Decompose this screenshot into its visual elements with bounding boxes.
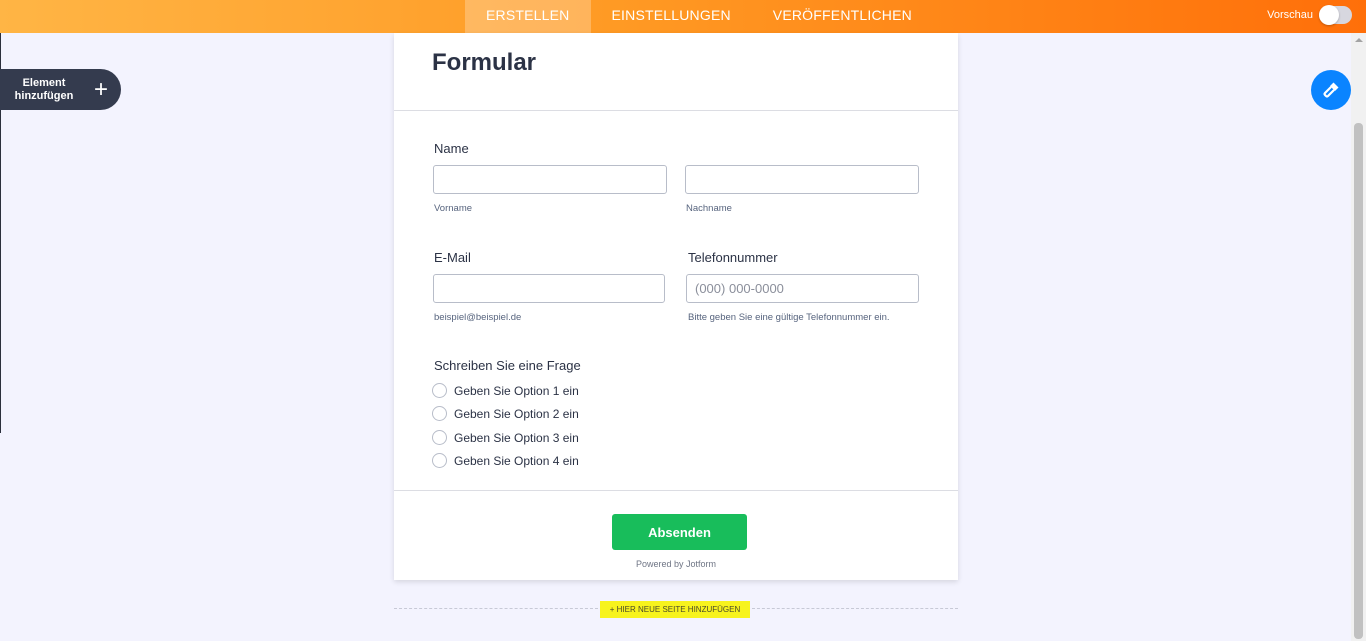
radio-option-label: Geben Sie Option 4 ein xyxy=(454,453,579,468)
scroll-thumb[interactable] xyxy=(1354,123,1363,639)
radio-option[interactable]: Geben Sie Option 3 ein xyxy=(432,430,579,445)
radio-button[interactable] xyxy=(432,406,447,421)
last-name-sublabel: Nachname xyxy=(686,203,732,214)
phone-input[interactable] xyxy=(686,274,919,303)
paint-roller-icon xyxy=(1323,82,1339,98)
radio-button[interactable] xyxy=(432,453,447,468)
preview-toggle[interactable] xyxy=(1319,5,1352,25)
phone-sublabel: Bitte geben Sie eine gültige Telefonnumm… xyxy=(688,312,890,323)
scroll-up-arrow-icon[interactable] xyxy=(1355,38,1363,42)
email-sublabel: beispiel@beispiel.de xyxy=(434,312,522,323)
email-input[interactable] xyxy=(433,274,665,303)
email-label[interactable]: E-Mail xyxy=(434,250,471,265)
radio-option[interactable]: Geben Sie Option 1 ein xyxy=(432,383,579,398)
radio-option-label: Geben Sie Option 2 ein xyxy=(454,406,579,421)
submit-button[interactable]: Absenden xyxy=(612,514,747,550)
add-element-label: Element hinzufügen xyxy=(14,76,74,102)
plus-icon: + xyxy=(94,75,109,103)
top-toolbar: ERSTELLEN EINSTELLUNGEN VERÖFFENTLICHEN … xyxy=(0,0,1366,33)
preview-toggle-knob xyxy=(1319,5,1339,25)
tab-veroeffentlichen[interactable]: VERÖFFENTLICHEN xyxy=(752,0,933,33)
preview-label: Vorschau xyxy=(1267,9,1313,21)
radio-option[interactable]: Geben Sie Option 4 ein xyxy=(432,453,579,468)
add-new-page-button[interactable]: + HIER NEUE SEITE HINZUFÜGEN xyxy=(600,601,750,618)
tab-einstellungen[interactable]: EINSTELLUNGEN xyxy=(591,0,752,33)
builder-tabs: ERSTELLEN EINSTELLUNGEN VERÖFFENTLICHEN xyxy=(465,0,933,33)
radio-button[interactable] xyxy=(432,430,447,445)
form-designer-button[interactable] xyxy=(1311,70,1351,110)
radio-option-label: Geben Sie Option 3 ein xyxy=(454,430,579,445)
form-title[interactable]: Formular xyxy=(432,49,536,77)
radio-button[interactable] xyxy=(432,383,447,398)
page-divider-right xyxy=(752,608,958,609)
page-divider-left xyxy=(394,608,598,609)
footer-divider xyxy=(394,490,958,491)
preview-control: Vorschau xyxy=(1267,5,1352,25)
page-scrollbar[interactable] xyxy=(1351,33,1366,641)
add-element-button[interactable]: Element hinzufügen + xyxy=(0,69,121,110)
form-card: Formular Name Vorname Nachname E-Mail be… xyxy=(394,33,958,580)
powered-by-text: Powered by Jotform xyxy=(635,559,717,569)
last-name-input[interactable] xyxy=(685,165,919,194)
radio-option-label: Geben Sie Option 1 ein xyxy=(454,383,579,398)
first-name-sublabel: Vorname xyxy=(434,203,473,214)
first-name-input[interactable] xyxy=(433,165,667,194)
question-label[interactable]: Schreiben Sie eine Frage xyxy=(434,358,581,373)
tab-erstellen[interactable]: ERSTELLEN xyxy=(465,0,591,33)
radio-option[interactable]: Geben Sie Option 2 ein xyxy=(432,406,579,421)
phone-label[interactable]: Telefonnummer xyxy=(688,250,778,265)
name-label[interactable]: Name xyxy=(434,141,469,156)
